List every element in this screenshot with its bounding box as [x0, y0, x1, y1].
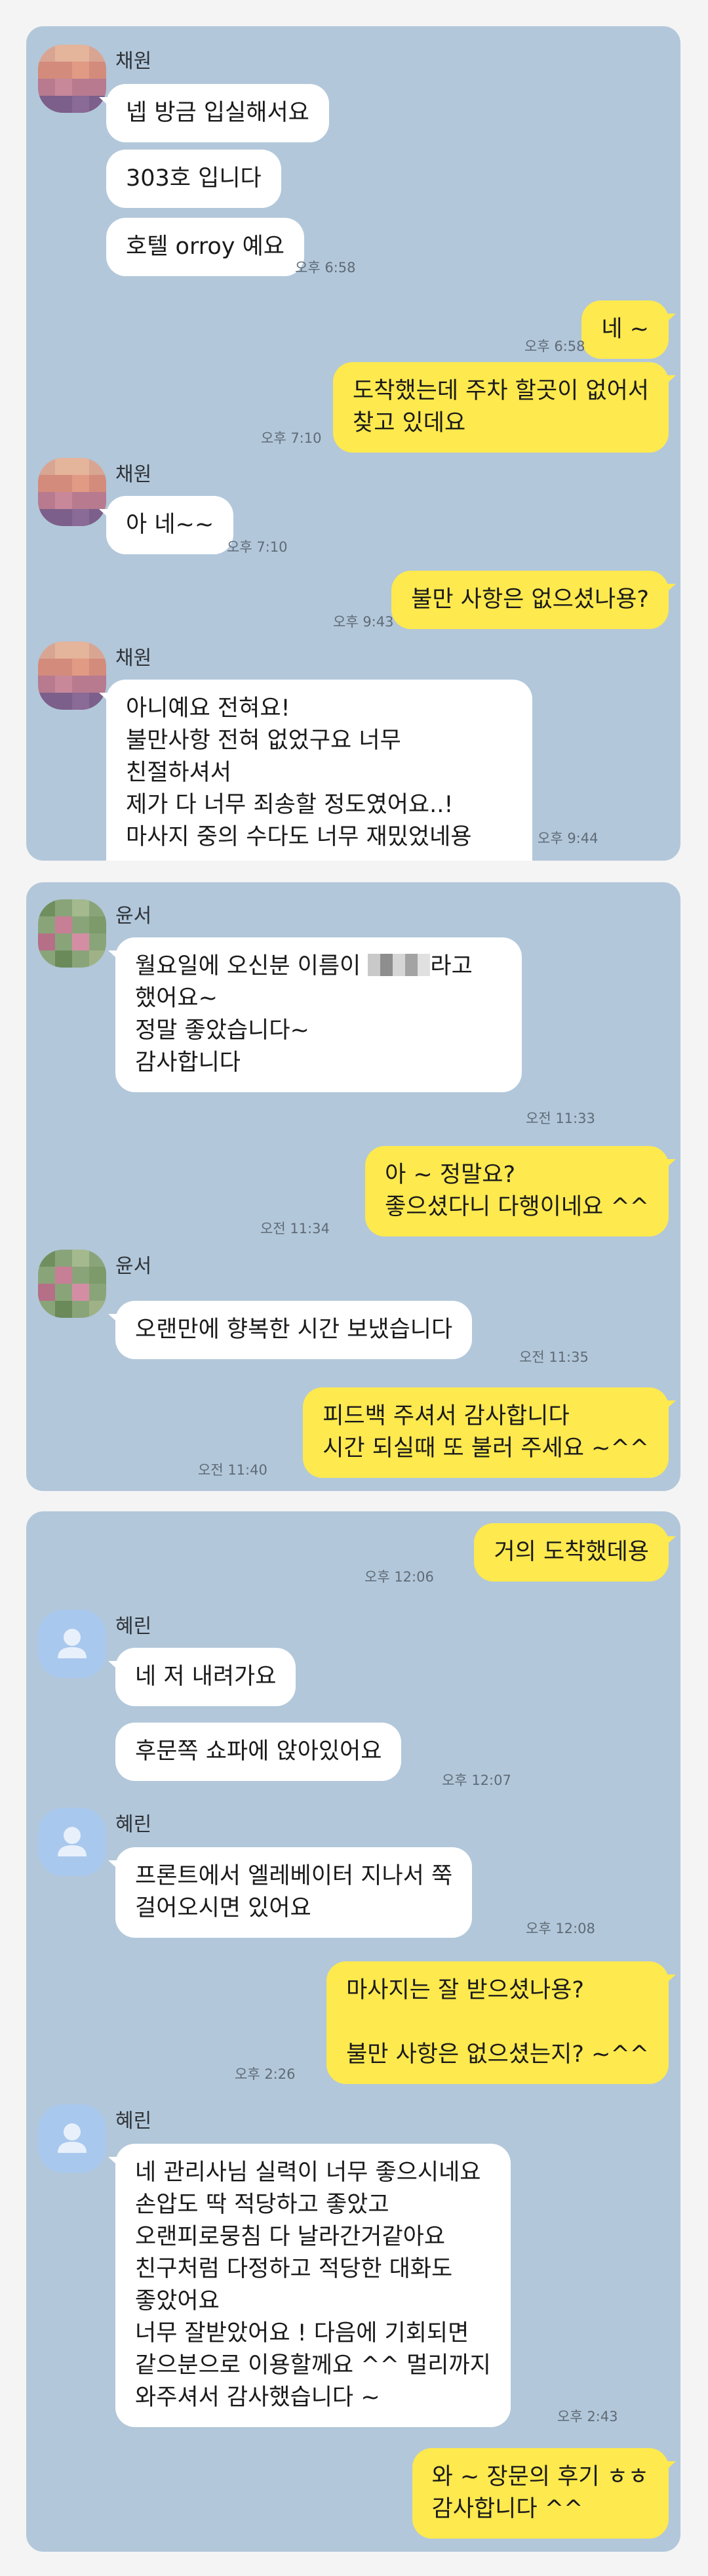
message-text: 네 저 내려가요: [135, 1664, 277, 1690]
message-text: 월요일에 오신분 이름이: [135, 953, 368, 979]
chat-screenshot-1: 채원 넵 방금 입실해서요 303호 입니다 호텔 orroy 예요 오후 6:…: [26, 26, 680, 861]
bubble-tail: [661, 375, 676, 388]
bubble-tail: [661, 1159, 676, 1172]
outgoing-message[interactable]: 거의 도착했데용: [474, 1523, 676, 1582]
message-timestamp: 오후 7:10: [227, 539, 288, 555]
message-text: 오랜만에 향복한 시간 보냈습니다: [135, 1317, 453, 1343]
message-text: 아니예요 전혀요! 불만사항 전혀 없었구요 너무 친절하셔서 제가 다 너무 …: [126, 695, 472, 861]
sender-name: 윤서: [115, 905, 152, 928]
incoming-message[interactable]: 네 저 내려가요: [108, 1648, 296, 1706]
bubble-tail: [661, 314, 676, 327]
message-text: 아 ~ 정말요? 좋으셨다니 다행이네요 ^^: [385, 1162, 649, 1220]
chat-screenshot-2: 윤서 월요일에 오신분 이름이 라고 했어요~ 정말 좋았습니다~ 감사합니다 …: [26, 882, 680, 1491]
profile-avatar-yunseo[interactable]: [38, 899, 106, 968]
profile-avatar-hyerin[interactable]: [38, 1610, 106, 1678]
message-timestamp: 오후 6:58: [295, 260, 356, 276]
message-timestamp: 오후 12:07: [442, 1772, 511, 1788]
message-timestamp: 오전 11:34: [260, 1221, 330, 1237]
incoming-message[interactable]: 네 관리사님 실력이 너무 좋으시네요 손압도 딱 적당하고 좋았고 오랜피로뭉…: [108, 2144, 511, 2427]
outgoing-message[interactable]: 불만 사항은 없으셨나용?: [391, 571, 676, 629]
message-timestamp: 오후 12:08: [526, 1921, 595, 1936]
sender-name: 혜린: [115, 1813, 152, 1836]
sender-name: 채원: [115, 50, 152, 73]
bubble-tail: [661, 2461, 676, 2474]
incoming-message[interactable]: 호텔 orroy 예요: [106, 218, 304, 276]
outgoing-message[interactable]: 피드백 주셔서 감사합니다 시간 되실때 또 불러 주세요 ~^^: [303, 1387, 676, 1478]
sender-name: 윤서: [115, 1255, 152, 1278]
message-text: 불만 사항은 없으셨나용?: [411, 586, 649, 613]
bubble-tail: [661, 1974, 676, 1988]
message-timestamp: 오후 6:58: [524, 338, 585, 354]
bubble-tail: [108, 1661, 123, 1674]
message-timestamp: 오후 7:10: [261, 430, 322, 446]
message-text: 아 네~~: [126, 512, 214, 538]
message-timestamp: 오후 2:26: [235, 2066, 296, 2082]
incoming-message[interactable]: 아 네~~: [99, 496, 234, 554]
message-text: 마사지는 잘 받으셨나용? 불만 사항은 없으셨는지? ~^^: [346, 1977, 649, 2068]
redacted-name-blur: [368, 954, 431, 976]
message-text: 303호 입니다: [126, 165, 262, 192]
default-person-icon: [58, 1629, 87, 1658]
message-text: 호텔 orroy 예요: [126, 234, 285, 260]
profile-avatar-chaewon[interactable]: [38, 458, 106, 526]
message-timestamp: 오후 2:43: [557, 2409, 618, 2424]
message-text: 넵 방금 입실해서요: [126, 100, 309, 126]
pixelated-profile-photo-icon: [38, 45, 106, 113]
message-timestamp: 오전 11:40: [198, 1462, 267, 1478]
sender-name: 채원: [115, 463, 152, 486]
bubble-tail: [99, 509, 113, 522]
pixelated-profile-photo-icon: [38, 642, 106, 710]
outgoing-message[interactable]: 도착했는데 주차 할곳이 없어서 찾고 있데요: [333, 362, 676, 453]
bubble-tail: [108, 1314, 123, 1327]
outgoing-message[interactable]: 마사지는 잘 받으셨나용? 불만 사항은 없으셨는지? ~^^: [326, 1961, 676, 2084]
pixelated-profile-photo-icon: [38, 899, 106, 968]
incoming-message[interactable]: 프론트에서 엘레베이터 지나서 쭉 걸어오시면 있어요: [108, 1847, 473, 1938]
message-text: 거의 도착했데용: [494, 1539, 649, 1565]
profile-avatar-chaewon[interactable]: [38, 45, 106, 113]
message-timestamp: 오전 11:33: [526, 1111, 595, 1126]
incoming-message[interactable]: 아니예요 전혀요! 불만사항 전혀 없었구요 너무 친절하셔서 제가 다 너무 …: [99, 680, 532, 861]
bubble-tail: [661, 584, 676, 597]
pixelated-profile-photo-icon: [38, 458, 106, 526]
incoming-message[interactable]: 넵 방금 입실해서요: [99, 84, 329, 142]
bubble-tail: [661, 1400, 676, 1414]
message-timestamp: 오후 12:06: [364, 1569, 434, 1585]
outgoing-message[interactable]: 네 ~: [581, 300, 676, 359]
bubble-tail: [99, 97, 113, 110]
message-timestamp: 오후 9:44: [538, 830, 599, 846]
profile-avatar-chaewon[interactable]: [38, 642, 106, 710]
incoming-message[interactable]: 월요일에 오신분 이름이 라고 했어요~ 정말 좋았습니다~ 감사합니다: [108, 937, 522, 1092]
sender-name: 혜린: [115, 1615, 152, 1638]
message-text: 와 ~ 장문의 후기 ㅎㅎ 감사합니다 ^^: [431, 2464, 649, 2522]
outgoing-message[interactable]: 와 ~ 장문의 후기 ㅎㅎ 감사합니다 ^^: [412, 2448, 676, 2539]
default-person-icon: [58, 1827, 87, 1856]
outgoing-message[interactable]: 아 ~ 정말요? 좋으셨다니 다행이네요 ^^: [365, 1146, 676, 1237]
incoming-message[interactable]: 303호 입니다: [106, 150, 281, 208]
bubble-tail: [99, 693, 113, 706]
default-person-icon: [58, 2123, 87, 2153]
profile-avatar-hyerin[interactable]: [38, 1808, 106, 1876]
message-text: 도착했는데 주차 할곳이 없어서 찾고 있데요: [353, 378, 649, 436]
incoming-message[interactable]: 오랜만에 향복한 시간 보냈습니다: [108, 1301, 473, 1359]
profile-avatar-yunseo[interactable]: [38, 1250, 106, 1318]
pixelated-profile-photo-icon: [38, 1250, 106, 1318]
message-text: 네 관리사님 실력이 너무 좋으시네요 손압도 딱 적당하고 좋았고 오랜피로뭉…: [135, 2159, 491, 2411]
message-text: 프론트에서 엘레베이터 지나서 쭉 걸어오시면 있어요: [135, 1863, 453, 1921]
bubble-tail: [108, 1860, 123, 1873]
profile-avatar-hyerin[interactable]: [38, 2104, 106, 2173]
bubble-tail: [108, 951, 123, 964]
message-text: 네 ~: [601, 316, 649, 342]
message-timestamp: 오전 11:35: [519, 1349, 589, 1365]
chat-screenshot-3: 거의 도착했데용 오후 12:06 혜린 네 저 내려가요 후문쪽 쇼파에 앉아…: [26, 1511, 680, 2552]
bubble-tail: [661, 1536, 676, 1549]
message-text: 후문쪽 쇼파에 앉아있어요: [135, 1738, 382, 1765]
bubble-tail: [108, 2157, 123, 2170]
sender-name: 채원: [115, 647, 152, 670]
incoming-message[interactable]: 후문쪽 쇼파에 앉아있어요: [115, 1723, 402, 1781]
message-timestamp: 오후 9:43: [333, 614, 394, 630]
message-text: 피드백 주셔서 감사합니다 시간 되실때 또 불러 주세요 ~^^: [323, 1403, 649, 1462]
sender-name: 혜린: [115, 2110, 152, 2133]
